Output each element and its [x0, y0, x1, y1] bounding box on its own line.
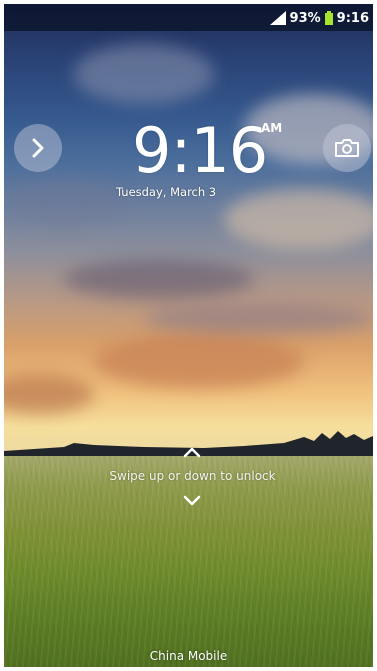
clock-ampm: AM	[261, 121, 283, 135]
lock-screen[interactable]: 93% 9:16 9:16 AM Tuesday, March 3 Swipe …	[4, 4, 373, 667]
status-time: 9:16	[336, 10, 369, 26]
chevron-up-icon	[183, 447, 201, 458]
wallpaper-cloud	[144, 304, 373, 334]
carrier-name: China Mobile	[149, 649, 228, 663]
status-bar: 93% 9:16	[4, 4, 373, 31]
status-indicators: 93% 9:16	[269, 8, 369, 28]
lockscreen-clock: 9:16 AM	[124, 117, 294, 187]
signal-icon	[269, 11, 286, 25]
wallpaper-cloud	[94, 334, 304, 389]
wallpaper-cloud	[4, 179, 124, 224]
clock-date: Tuesday, March 3	[116, 185, 217, 199]
left-panel-button[interactable]	[14, 124, 62, 172]
camera-button[interactable]	[323, 124, 371, 172]
unlock-hint: Swipe up or down to unlock	[109, 469, 276, 483]
battery-icon	[324, 11, 333, 25]
clock-time: 9:16	[132, 114, 268, 187]
wallpaper-cloud	[74, 44, 214, 104]
chevron-down-icon	[183, 495, 201, 506]
battery-percent: 93%	[289, 10, 321, 26]
chevron-right-icon	[32, 138, 44, 158]
wallpaper-cloud	[64, 259, 254, 299]
camera-icon	[335, 139, 359, 157]
wallpaper-field-texture	[4, 456, 373, 667]
